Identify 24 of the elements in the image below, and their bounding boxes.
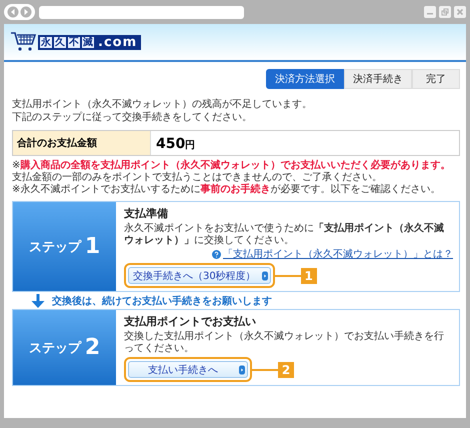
step-title: 支払用ポイントでお支払い — [124, 314, 257, 329]
notice-text: ※永久不滅ポイントでお支払いするために事前のお手続きが必要です。以下をご確認ください。 — [12, 184, 442, 196]
step-number: 1 — [84, 234, 100, 259]
step-label: ステップ — [28, 238, 81, 256]
callout-number: 1 — [300, 268, 317, 284]
site-logo[interactable]: 永久不滅 .com — [38, 34, 142, 50]
callout-number: 2 — [278, 362, 294, 378]
step-number: 2 — [84, 335, 100, 360]
step-description: 交換した支払用ポイント（永久不滅ウォレット）でお支払い手続きを行ってください。 — [124, 331, 445, 355]
step-button[interactable]: 支払い手続きへ — [128, 361, 248, 378]
step-button[interactable]: 交換手続きへ（30秒程度） — [128, 267, 271, 284]
total-amount: 450円 — [155, 135, 196, 154]
help-link[interactable]: 「支払用ポイント（永久不滅ウォレット）」とは？ — [223, 247, 453, 261]
intro-text: 下記のステップに従って交換手続きをしてください。 — [12, 111, 253, 124]
step-description: 永久不滅ポイントをお支払いで使うために「支払用ポイント（永久不滅ウォレット）」に交換してください。 — [124, 223, 445, 247]
total-label: 合計のお支払金額 — [13, 131, 151, 155]
progress-step: 完了 — [412, 69, 460, 89]
progress-step: 決済方法選択 — [266, 69, 344, 89]
step-title: 支払準備 — [124, 206, 169, 221]
progress-step: 決済手続き — [344, 69, 412, 89]
step-label: ステップ — [28, 340, 81, 356]
step-hint: 交換後は、続けてお支払い手続きをお願いします — [52, 294, 272, 308]
intro-text: 支払用ポイント（永久不滅ウォレット）の残高が不足しています。 — [12, 98, 313, 111]
notice-text: ※購入商品の全額を支払用ポイント（永久不滅ウォレット）でお支払いいただく必要があります。支払金額の一部のみをポイントで支払うことはできませんので、ご了承ください。 — [12, 160, 452, 184]
